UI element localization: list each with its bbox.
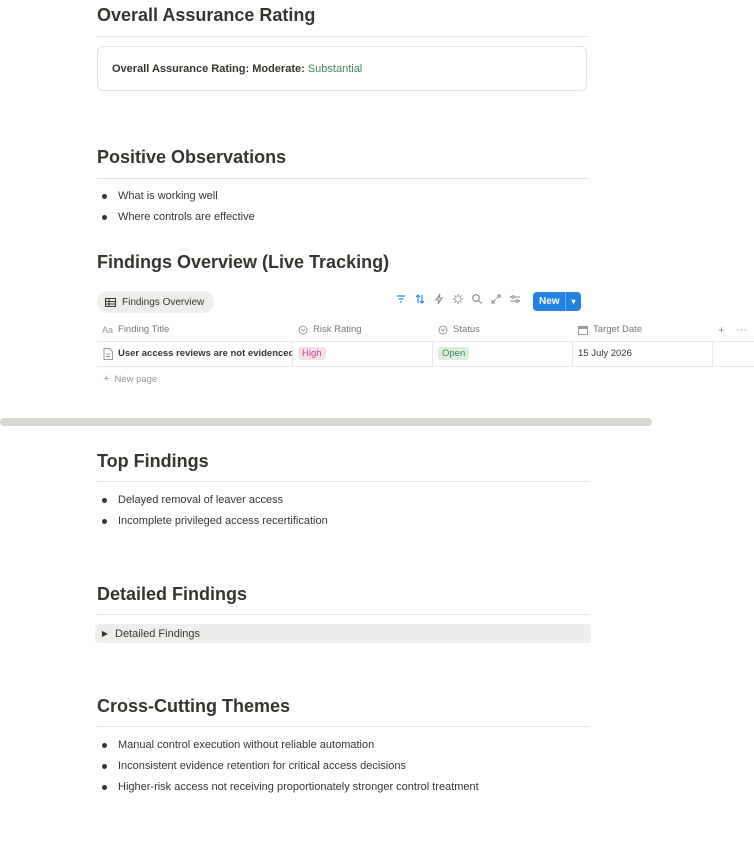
view-tab-label: Findings Overview (122, 296, 205, 308)
plus-icon: + (103, 373, 110, 385)
list-item: Higher-risk access not receiving proport… (97, 777, 479, 798)
heading-overall-assurance: Overall Assurance Rating (97, 5, 316, 25)
top-findings-list: Delayed removal of leaver access Incompl… (97, 490, 328, 532)
target-date: 15 July 2026 (578, 348, 632, 359)
database-toolbar (395, 293, 522, 306)
triangle-right-icon[interactable]: ▶ (95, 629, 115, 638)
add-property-icon[interactable]: + (718, 319, 725, 341)
assurance-label: Overall Assurance Rating: Moderate: (112, 63, 305, 75)
assurance-callout[interactable]: Overall Assurance Rating: Moderate: Subs… (97, 46, 587, 91)
list-item: Where controls are effective (97, 207, 255, 228)
status-tag: Open (438, 347, 470, 360)
select-property-icon (298, 325, 308, 335)
settings-sliders-icon[interactable] (509, 293, 522, 306)
table-row[interactable]: User access reviews are not evidenced c … (97, 341, 754, 367)
divider (97, 726, 589, 727)
view-tab-findings-overview[interactable]: Findings Overview (97, 291, 215, 313)
column-header-risk-rating[interactable]: Risk Rating (298, 319, 362, 341)
chevron-down-icon[interactable]: ▾ (566, 297, 581, 306)
new-button[interactable]: New ▾ (533, 292, 581, 311)
list-item: Manual control execution without reliabl… (97, 735, 479, 756)
text-property-icon: Aa (102, 325, 114, 335)
more-options-icon[interactable]: ··· (736, 319, 747, 341)
divider (97, 178, 589, 179)
cell-status[interactable]: Open (433, 341, 573, 366)
toggle-label: Detailed Findings (115, 627, 200, 640)
table-header: Aa Finding Title Risk Rating Status Targ… (97, 319, 754, 342)
new-page-button[interactable]: + New page (103, 373, 157, 385)
list-item: What is working well (97, 186, 255, 207)
heading-positive-observations: Positive Observations (97, 147, 287, 167)
column-header-finding-title[interactable]: Aa Finding Title (102, 319, 169, 341)
risk-tag: High (298, 347, 326, 360)
new-button-label: New (539, 296, 560, 307)
expand-icon[interactable] (490, 293, 503, 306)
status-property-icon (438, 325, 448, 335)
sparkle-icon[interactable] (452, 293, 465, 306)
calendar-icon (578, 325, 588, 335)
detailed-findings-toggle[interactable]: ▶ Detailed Findings (95, 624, 591, 643)
positive-list: What is working well Where controls are … (97, 186, 255, 228)
heading-findings-overview: Findings Overview (Live Tracking) (97, 252, 390, 272)
heading-top-findings: Top Findings (97, 451, 209, 471)
column-header-target-date[interactable]: Target Date (578, 319, 642, 341)
lightning-icon[interactable] (433, 293, 446, 306)
heading-detailed-findings: Detailed Findings (97, 584, 248, 604)
cell-target-date[interactable]: 15 July 2026 (573, 341, 713, 366)
finding-title: User access reviews are not evidenced c (118, 348, 293, 359)
filter-icon[interactable] (395, 293, 408, 306)
table-icon (105, 297, 116, 307)
list-item: Delayed removal of leaver access (97, 490, 328, 511)
cell-risk-rating[interactable]: High (293, 341, 433, 366)
column-header-status[interactable]: Status (438, 319, 480, 341)
sort-icon[interactable] (414, 293, 427, 306)
list-item: Inconsistent evidence retention for crit… (97, 756, 479, 777)
assurance-value: Substantial (307, 63, 363, 75)
heading-cross-cutting-themes: Cross-Cutting Themes (97, 696, 291, 716)
search-icon[interactable] (471, 293, 484, 306)
themes-list: Manual control execution without reliabl… (97, 735, 479, 798)
page-icon (103, 347, 113, 360)
divider (97, 36, 589, 37)
list-item: Incomplete privileged access recertifica… (97, 511, 328, 532)
cell-finding-title[interactable]: User access reviews are not evidenced c (97, 341, 293, 366)
horizontal-scrollbar[interactable] (0, 418, 652, 426)
divider (97, 481, 589, 482)
divider (97, 614, 589, 615)
